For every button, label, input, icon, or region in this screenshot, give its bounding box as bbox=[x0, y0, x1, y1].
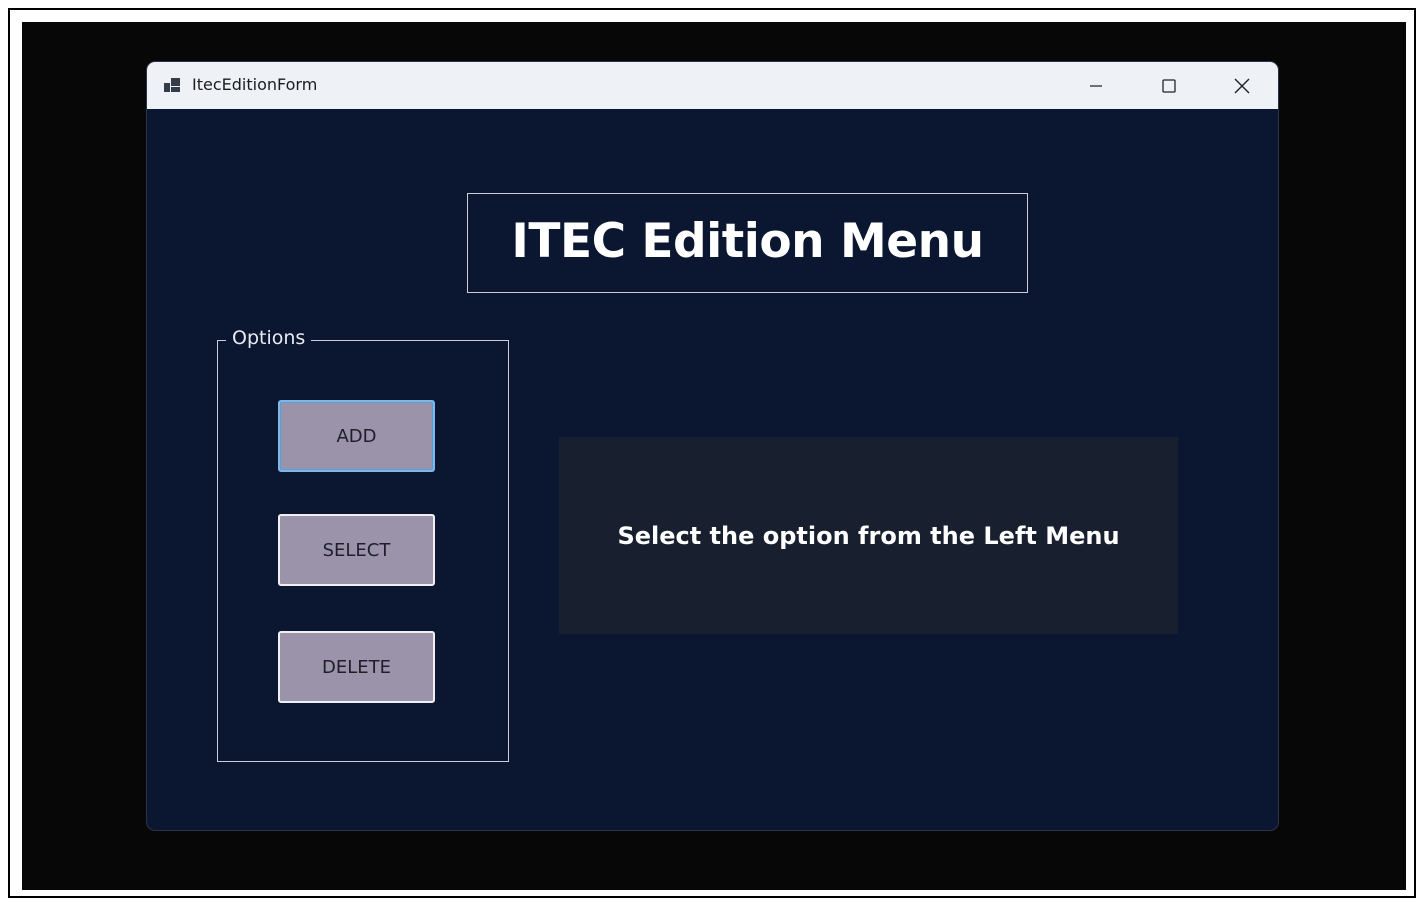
content-panel: Select the option from the Left Menu bbox=[559, 437, 1178, 634]
page-title: ITEC Edition Menu bbox=[511, 214, 984, 269]
delete-button[interactable]: DELETE bbox=[278, 631, 435, 703]
app-form-icon bbox=[164, 78, 180, 92]
title-bar[interactable]: ItecEditionForm bbox=[147, 62, 1278, 109]
maximize-button[interactable] bbox=[1132, 62, 1206, 109]
select-button[interactable]: SELECT bbox=[278, 514, 435, 586]
header-title-box: ITEC Edition Menu bbox=[467, 193, 1028, 293]
itec-edition-form-window: ItecEditionForm ITEC Edition Menu Option… bbox=[147, 62, 1278, 830]
close-icon bbox=[1234, 78, 1250, 94]
close-button[interactable] bbox=[1205, 62, 1278, 109]
maximize-icon bbox=[1162, 79, 1176, 93]
minimize-icon bbox=[1090, 85, 1102, 87]
options-groupbox: Options ADD SELECT DELETE bbox=[217, 327, 509, 762]
options-legend: Options bbox=[226, 327, 312, 349]
add-button[interactable]: ADD bbox=[278, 400, 435, 472]
window-title: ItecEditionForm bbox=[192, 75, 318, 94]
minimize-button[interactable] bbox=[1059, 62, 1133, 109]
panel-message: Select the option from the Left Menu bbox=[617, 521, 1120, 550]
